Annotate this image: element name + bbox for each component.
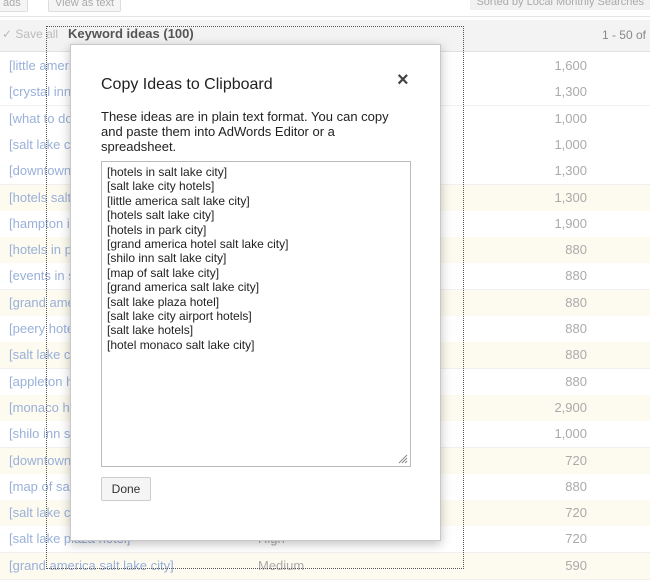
search-volume-cell: 1,300 xyxy=(554,84,587,100)
search-volume-cell: 1,600 xyxy=(554,58,587,73)
sort-selector[interactable]: Sorted by Local Monthly Searches xyxy=(470,0,650,10)
ads-button[interactable]: ads xyxy=(0,0,28,12)
search-volume-cell: 880 xyxy=(565,373,587,389)
idea-line: [hotels in salt lake city] xyxy=(107,165,228,179)
idea-line: [hotels salt lake city] xyxy=(107,208,215,223)
idea-line: [salt lake city airport hotels] xyxy=(107,309,252,324)
dialog-title: Copy Ideas to Clipboard xyxy=(101,76,273,93)
search-volume-cell: 590 xyxy=(565,557,587,573)
idea-line: [hotel monaco salt lake city] xyxy=(107,337,255,352)
search-volume-cell: 880 xyxy=(565,321,587,336)
dialog-description: These ideas are in plain text format. Yo… xyxy=(101,109,389,154)
idea-line: [grand america salt lake city] xyxy=(107,280,260,295)
resize-grip-icon[interactable] xyxy=(398,454,408,464)
pagination-range: 1 - 50 of xyxy=(601,28,646,42)
search-volume-cell: 880 xyxy=(565,478,587,494)
copy-ideas-dialog: Copy Ideas to Clipboard × These ideas ar… xyxy=(70,44,441,541)
idea-line: [salt lake hotels] xyxy=(107,323,194,338)
search-volume-cell: 2,900 xyxy=(554,399,587,415)
search-volume-cell: 1,300 xyxy=(554,163,587,179)
search-volume-cell: 1,300 xyxy=(554,189,587,205)
search-volume-cell: 1,900 xyxy=(554,215,587,231)
idea-line: [hotels in park city] xyxy=(107,222,207,237)
search-volume-cell: 1,000 xyxy=(554,136,587,152)
search-volume-cell: 1,000 xyxy=(554,110,587,126)
search-volume-cell: 720 xyxy=(565,531,587,547)
search-volume-cell: 880 xyxy=(565,347,587,363)
idea-line: [salt lake plaza hotel] xyxy=(107,294,220,309)
idea-line: [little america salt lake city] xyxy=(107,193,250,208)
idea-line: [grand america hotel salt lake city] xyxy=(107,237,289,252)
close-icon[interactable]: × xyxy=(397,70,409,90)
idea-line: [map of salt lake city] xyxy=(107,265,220,280)
done-button[interactable]: Done xyxy=(101,477,151,501)
search-volume-cell: 880 xyxy=(565,268,587,284)
idea-line: [salt lake city hotels] xyxy=(107,179,215,194)
ideas-textarea[interactable]: [hotels in salt lake city] [salt lake cit… xyxy=(101,161,411,467)
view-as-text-button[interactable]: View as text xyxy=(48,0,122,12)
search-volume-cell: 720 xyxy=(565,505,587,521)
idea-line: [shilo inn salt lake city] xyxy=(107,251,227,266)
search-volume-cell: 1,000 xyxy=(554,426,587,442)
search-volume-cell: 880 xyxy=(565,242,587,258)
search-volume-cell: 720 xyxy=(565,452,587,468)
check-icon: ✓ xyxy=(2,27,13,41)
search-volume-cell: 880 xyxy=(565,294,587,310)
top-toolbar: ads View as text Sorted by Local Monthly… xyxy=(0,0,650,17)
